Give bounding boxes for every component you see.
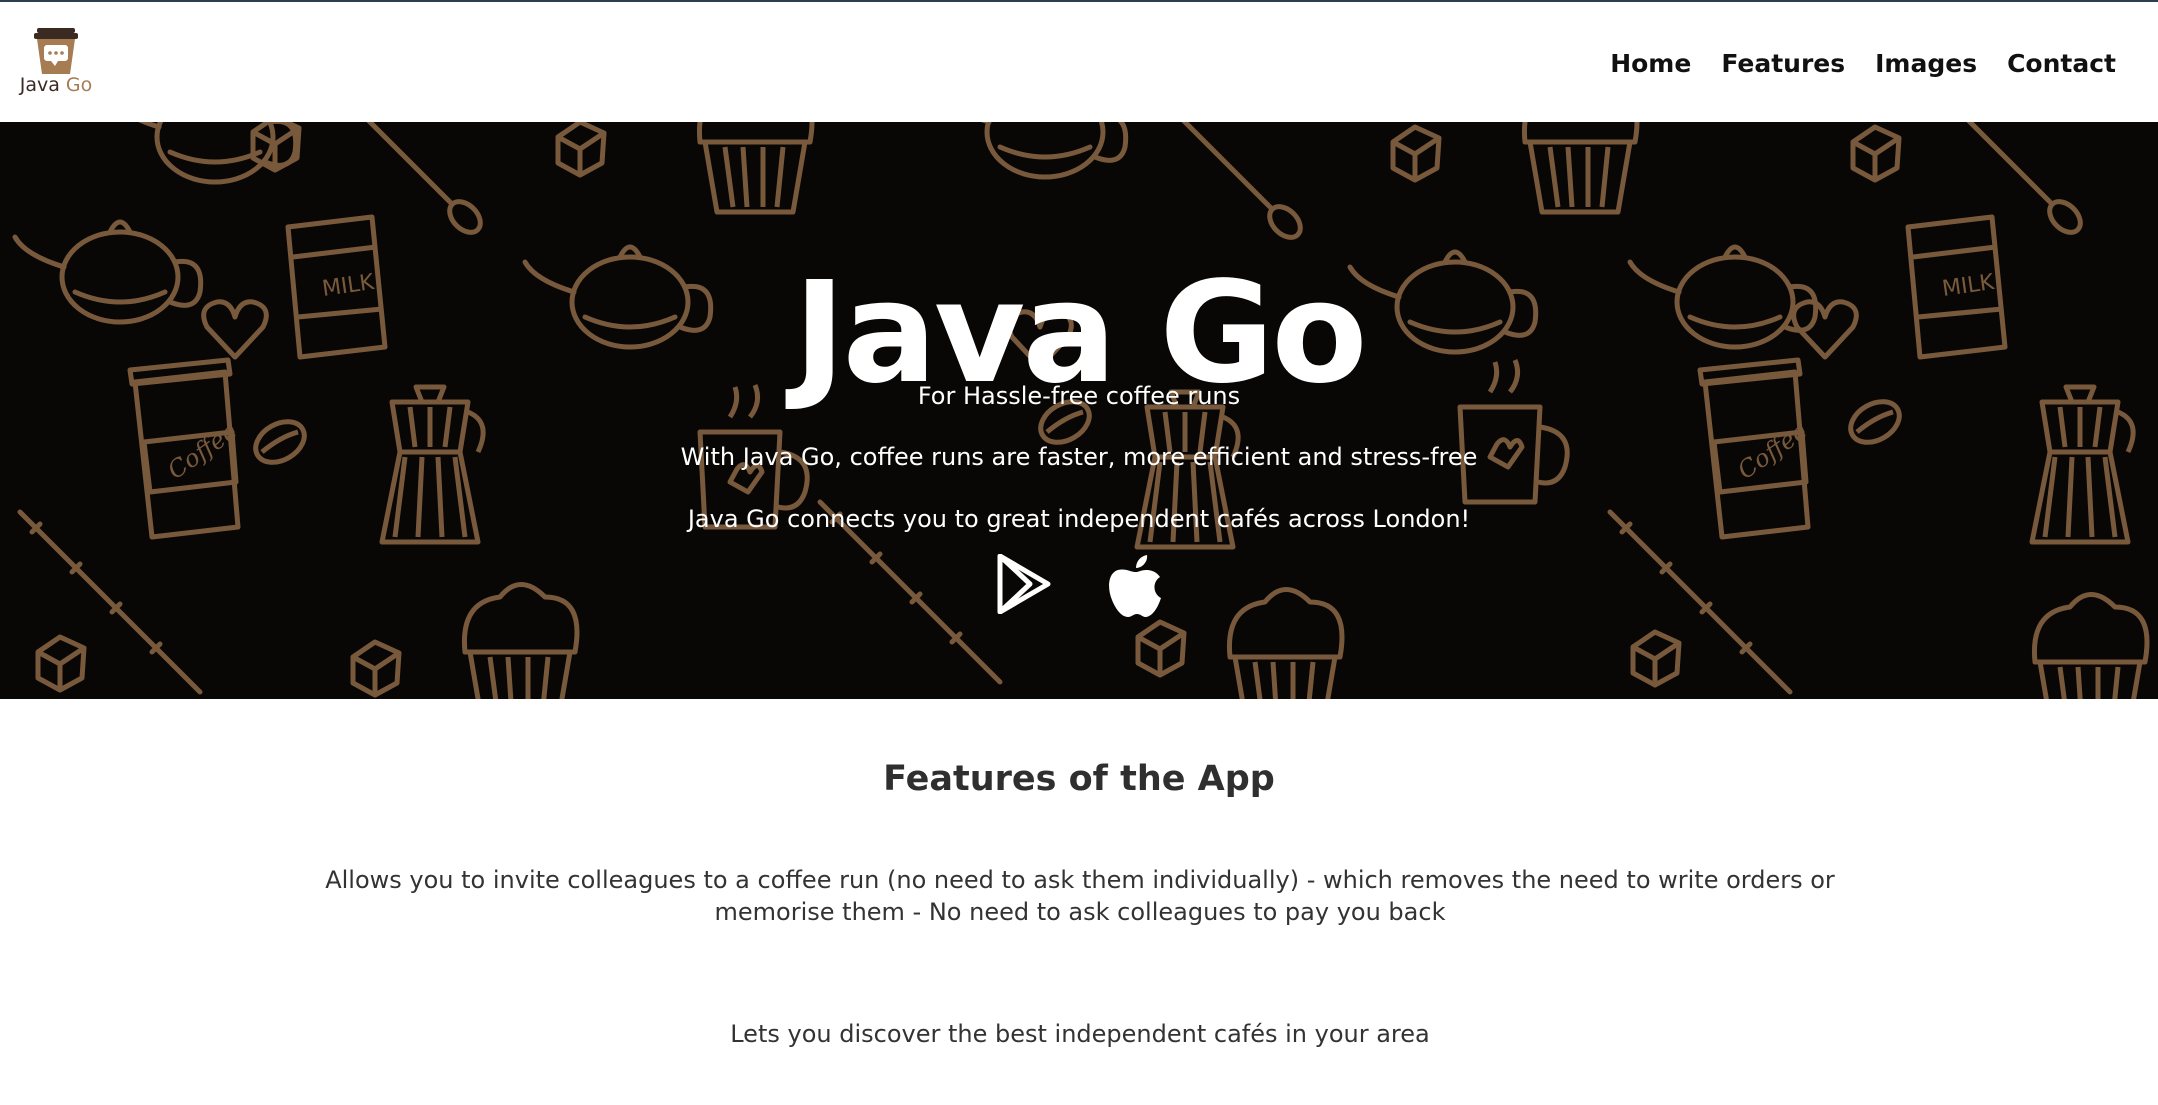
feature-discover-cafes: Lets you discover the best independent c… [730,1020,1430,1048]
nav-features[interactable]: Features [1721,49,1845,78]
nav-contact[interactable]: Contact [2007,49,2116,78]
logo-word-java: Java [19,74,60,96]
google-play-icon[interactable] [996,554,1052,614]
nav-home[interactable]: Home [1610,49,1691,78]
brand-logo[interactable]: Java Go [16,26,96,102]
hero-cafes-text: Java Go connects you to great independen… [687,505,1471,533]
navbar: Java Go Home Features Images Contact [0,2,2158,122]
logo-text: Java Go [16,74,96,96]
features-title: Features of the App [883,759,1275,799]
hero-description: With Java Go, coffee runs are faster, mo… [680,443,1478,471]
hero-tagline: For Hassle-free coffee runs [917,382,1241,410]
main-nav: Home Features Images Contact [1610,46,2116,80]
logo-word-go: Go [65,74,93,96]
nav-images[interactable]: Images [1875,49,1977,78]
coffee-cup-icon [34,28,78,74]
hero-banner: MILK Coffee [0,122,2158,699]
store-links [996,554,1166,618]
apple-icon[interactable] [1108,554,1164,618]
feature-invite-colleagues: Allows you to invite colleagues to a cof… [325,866,1835,926]
